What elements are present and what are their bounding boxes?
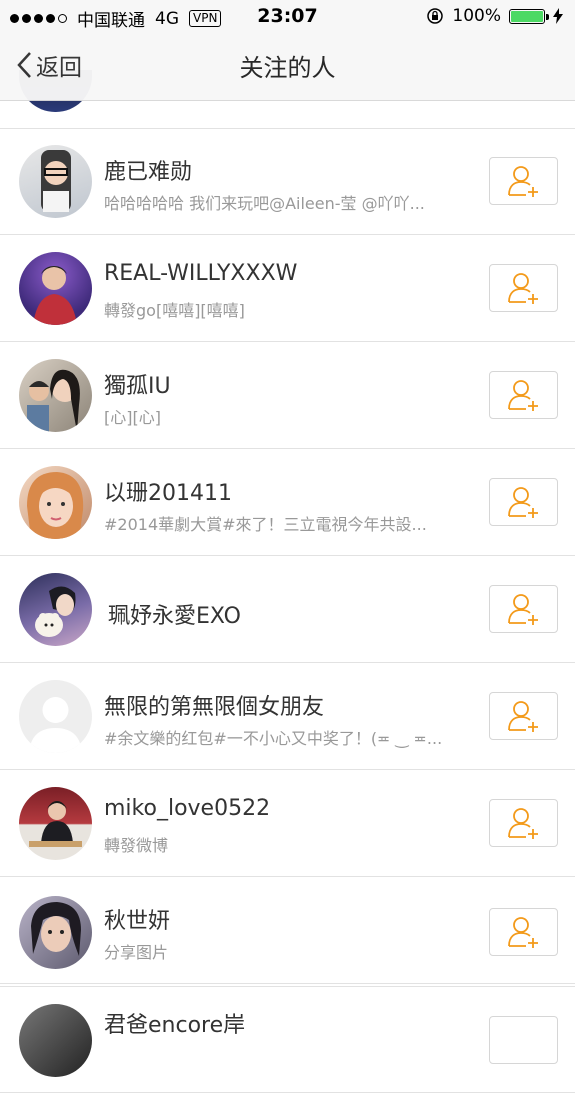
follow-button[interactable] (489, 799, 558, 847)
add-user-icon (507, 487, 538, 518)
user-latest-post: [心][心] (104, 408, 161, 427)
battery-icon (509, 8, 549, 24)
user-latest-post: 哈哈哈哈哈 我们来玩吧@Aileen-莹 @吖吖... (104, 194, 425, 213)
follow-button[interactable] (489, 478, 558, 526)
avatar (19, 896, 92, 969)
user-name: 無限的第無限個女朋友 (104, 695, 325, 720)
list-item[interactable]: REAL-WILLYXXXW 轉發go[嘻嘻][嘻嘻] (0, 235, 575, 342)
default-avatar-icon (19, 680, 92, 753)
user-latest-post: #余文樂的红包#一不小心又中奖了！(≖ ‿ ≖... (104, 729, 443, 748)
avatar (19, 787, 92, 860)
add-user-icon (507, 808, 538, 839)
add-user-icon (507, 917, 538, 948)
follow-button[interactable] (489, 157, 558, 205)
add-user-icon (507, 701, 538, 732)
rotation-lock-icon (427, 8, 444, 24)
list-item-partial (0, 70, 575, 129)
follow-button[interactable] (489, 692, 558, 740)
status-right: 100% (426, 6, 563, 26)
follow-button[interactable] (489, 1016, 558, 1064)
battery-percent: 100% (452, 6, 501, 26)
page-title: 关注的人 (239, 54, 336, 82)
list-item[interactable]: 獨孤IU [心][心] (0, 342, 575, 449)
avatar (19, 466, 92, 539)
navigation-bar: 返回 关注的人 (0, 32, 575, 101)
user-latest-post: 轉發go[嘻嘻][嘻嘻] (104, 301, 245, 320)
list-item[interactable]: 君爸encore岸 (0, 986, 575, 1093)
add-user-icon (507, 273, 538, 304)
follow-button[interactable] (489, 371, 558, 419)
follow-button[interactable] (489, 264, 558, 312)
avatar (19, 359, 92, 432)
user-name: 鹿已难勋 (104, 160, 193, 185)
user-name: miko_love0522 (104, 796, 271, 821)
avatar (19, 145, 92, 218)
avatar (19, 573, 92, 646)
avatar (19, 1004, 92, 1077)
list-item[interactable]: 鹿已难勋 哈哈哈哈哈 我们来玩吧@Aileen-莹 @吖吖... (0, 128, 575, 235)
add-user-icon (507, 380, 538, 411)
list-item[interactable]: 珮妤永愛EXO (0, 556, 575, 663)
user-latest-post: 轉發微博 (104, 836, 169, 855)
user-latest-post: #2014華劇大賞#來了！三立電視今年共設... (104, 515, 427, 534)
user-name: 秋世妍 (104, 909, 171, 934)
follow-button[interactable] (489, 585, 558, 633)
status-bar: 中国联通 4G VPN 23:07 100% (0, 0, 575, 32)
list-item[interactable]: 秋世妍 分享图片 (0, 877, 575, 984)
list-item[interactable]: miko_love0522 轉發微博 (0, 770, 575, 877)
user-latest-post: 分享图片 (104, 943, 169, 962)
user-name: 以珊201411 (104, 481, 232, 506)
user-name: 君爸encore岸 (104, 1013, 246, 1038)
add-user-icon (507, 594, 538, 625)
list-item[interactable]: 無限的第無限個女朋友 #余文樂的红包#一不小心又中奖了！(≖ ‿ ≖... (0, 663, 575, 770)
user-name: 獨孤IU (104, 374, 171, 399)
charging-bolt-icon (553, 8, 563, 24)
avatar (19, 252, 92, 325)
add-user-icon (507, 166, 538, 197)
follow-button[interactable] (489, 908, 558, 956)
list-item[interactable]: 以珊201411 #2014華劇大賞#來了！三立電視今年共設... (0, 449, 575, 556)
user-name: REAL-WILLYXXXW (104, 261, 298, 286)
user-name: 珮妤永愛EXO (108, 604, 241, 629)
